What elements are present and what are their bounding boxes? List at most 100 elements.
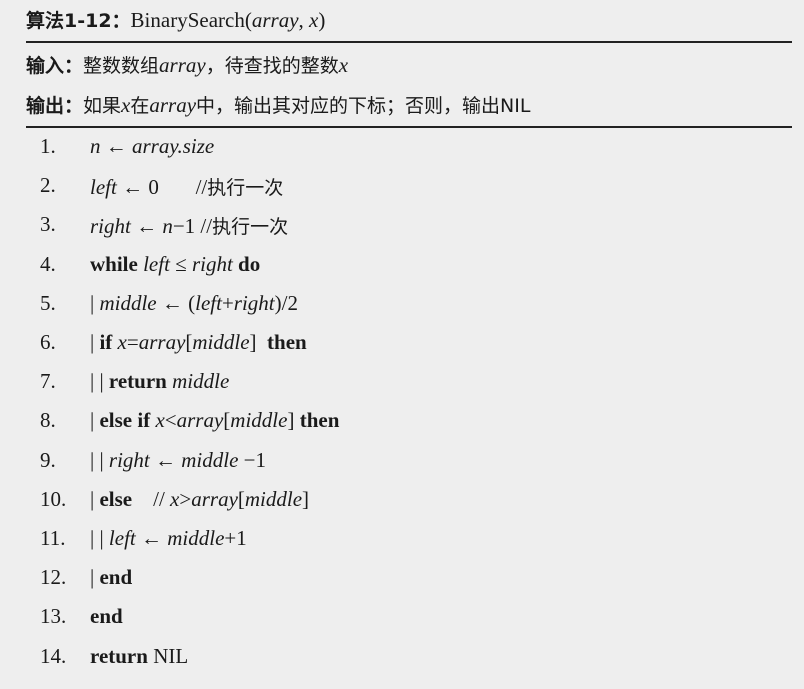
line-code: | | left ← middle+1 bbox=[90, 526, 247, 551]
line-number: 5. bbox=[40, 290, 56, 315]
input-text-2: ，待查找的整数 bbox=[205, 55, 339, 77]
line-number: 1. bbox=[40, 134, 56, 158]
input-var-array: array bbox=[159, 53, 206, 77]
code-token: return bbox=[90, 643, 154, 668]
header-rule bbox=[26, 126, 792, 128]
code-token: middle bbox=[244, 486, 303, 511]
code-line: 2. left ← 0 //执行一次 bbox=[40, 173, 792, 203]
code-token: array bbox=[191, 486, 238, 511]
output-text-2: 在 bbox=[130, 95, 150, 117]
code-token: ← ( bbox=[156, 290, 196, 315]
code-token: left bbox=[195, 290, 222, 315]
code-line: 7. | | return middle bbox=[40, 369, 792, 399]
line-number: 14. bbox=[40, 643, 67, 668]
algorithm-page: 算法1-12：BinarySearch(array, x) 输入：整数数组arr… bbox=[0, 0, 804, 689]
code-token: > bbox=[179, 486, 192, 511]
input-label: 输入： bbox=[26, 55, 84, 77]
code-token: < bbox=[164, 408, 177, 433]
code-token: −1 // bbox=[172, 214, 213, 239]
code-line: 6. | if x=array[middle] then bbox=[40, 330, 792, 360]
line-number: 9. bbox=[40, 447, 56, 472]
code-token: do bbox=[232, 251, 261, 276]
code-token: = bbox=[126, 330, 139, 354]
line-code: right ← n−1 //执行一次 bbox=[90, 212, 288, 239]
line-number: 7. bbox=[40, 369, 56, 394]
code-token: left bbox=[90, 175, 117, 200]
code-token: ] bbox=[287, 408, 300, 433]
code-token: x bbox=[117, 330, 127, 354]
code-token: right bbox=[90, 214, 131, 239]
code-token: | | bbox=[90, 447, 109, 472]
algorithm-arg-sep: , bbox=[298, 8, 310, 32]
input-text-1: 整数数组 bbox=[83, 55, 160, 77]
code-line: 12. | end bbox=[40, 565, 792, 595]
line-number: 13. bbox=[40, 604, 67, 629]
line-number: 8. bbox=[40, 408, 56, 433]
code-token: end bbox=[99, 565, 133, 590]
code-token: right bbox=[108, 447, 150, 472]
code-token: +1 bbox=[224, 526, 247, 550]
code-token: then bbox=[299, 408, 340, 433]
algorithm-title: 算法1-12：BinarySearch(array, x) bbox=[26, 6, 792, 33]
code-token: else bbox=[99, 486, 133, 511]
code-token: while bbox=[90, 251, 144, 276]
code-token: ← bbox=[130, 214, 163, 239]
code-token: middle bbox=[192, 330, 250, 354]
code-token: [ bbox=[237, 486, 245, 511]
code-token: right bbox=[233, 290, 275, 315]
code-token: middle bbox=[167, 526, 225, 550]
code-token: ← bbox=[149, 447, 182, 472]
code-line: 1. n ← array.size bbox=[40, 134, 792, 164]
output-spec: 输出：如果x在array中，输出其对应的下标；否则，输出NIL bbox=[26, 91, 792, 118]
code-token: array bbox=[138, 330, 186, 354]
code-line: 4. while left ≤ right do bbox=[40, 252, 792, 282]
code-line: 9. | | right ← middle −1 bbox=[40, 448, 792, 478]
line-code: n ← array.size bbox=[90, 134, 214, 159]
output-var-x: x bbox=[121, 93, 131, 117]
code-token: 执行一次 bbox=[207, 177, 284, 200]
line-code: | else // x>array[middle] bbox=[90, 487, 309, 512]
code-token: end bbox=[90, 604, 123, 629]
code-token: return bbox=[108, 369, 173, 394]
algorithm-label: 算法1-12： bbox=[26, 10, 131, 32]
line-code: | middle ← (left+right)/2 bbox=[90, 291, 298, 316]
line-code: | else if x<array[middle] then bbox=[90, 408, 339, 433]
code-line: 5. | middle ← (left+right)/2 bbox=[40, 291, 792, 321]
code-token: middle bbox=[230, 408, 288, 433]
line-number: 3. bbox=[40, 212, 56, 237]
code-token: middle bbox=[99, 290, 157, 315]
title-rule bbox=[26, 41, 792, 43]
algorithm-close-paren: ) bbox=[318, 8, 326, 32]
code-token: NIL bbox=[153, 643, 189, 668]
code-token: right bbox=[191, 251, 233, 276]
code-line: 13. end bbox=[40, 604, 792, 634]
code-line: 8. | else if x<array[middle] then bbox=[40, 408, 792, 438]
output-text-3: 中，输出其对应的下标；否则，输出NIL bbox=[196, 95, 531, 117]
code-line: 11. | | left ← middle+1 bbox=[40, 526, 792, 556]
line-number: 4. bbox=[40, 251, 56, 276]
line-code: | end bbox=[90, 565, 132, 590]
code-token: ] bbox=[249, 330, 268, 354]
code-token: then bbox=[267, 330, 307, 354]
input-spec: 输入：整数数组array，待查找的整数x bbox=[26, 51, 792, 78]
code-token: middle bbox=[181, 447, 239, 472]
code-token: ← bbox=[135, 526, 168, 550]
code-token: left bbox=[108, 526, 136, 550]
code-token: x bbox=[155, 408, 165, 433]
code-token: array bbox=[176, 408, 224, 433]
line-code: end bbox=[90, 604, 123, 629]
line-number: 2. bbox=[40, 173, 56, 198]
code-token: if bbox=[99, 330, 118, 354]
code-token: // bbox=[132, 486, 171, 511]
code-token: array.size bbox=[132, 134, 215, 158]
line-code: while left ≤ right do bbox=[90, 252, 260, 277]
line-number: 12. bbox=[40, 565, 67, 590]
code-token: ≤ bbox=[169, 251, 192, 276]
code-token: else if bbox=[99, 408, 156, 433]
line-number: 11. bbox=[40, 526, 66, 550]
line-code: return NIL bbox=[90, 644, 188, 669]
code-token: + bbox=[221, 290, 234, 315]
code-token: −1 bbox=[238, 447, 267, 472]
code-line: 3. right ← n−1 //执行一次 bbox=[40, 212, 792, 242]
input-var-x: x bbox=[338, 53, 349, 77]
